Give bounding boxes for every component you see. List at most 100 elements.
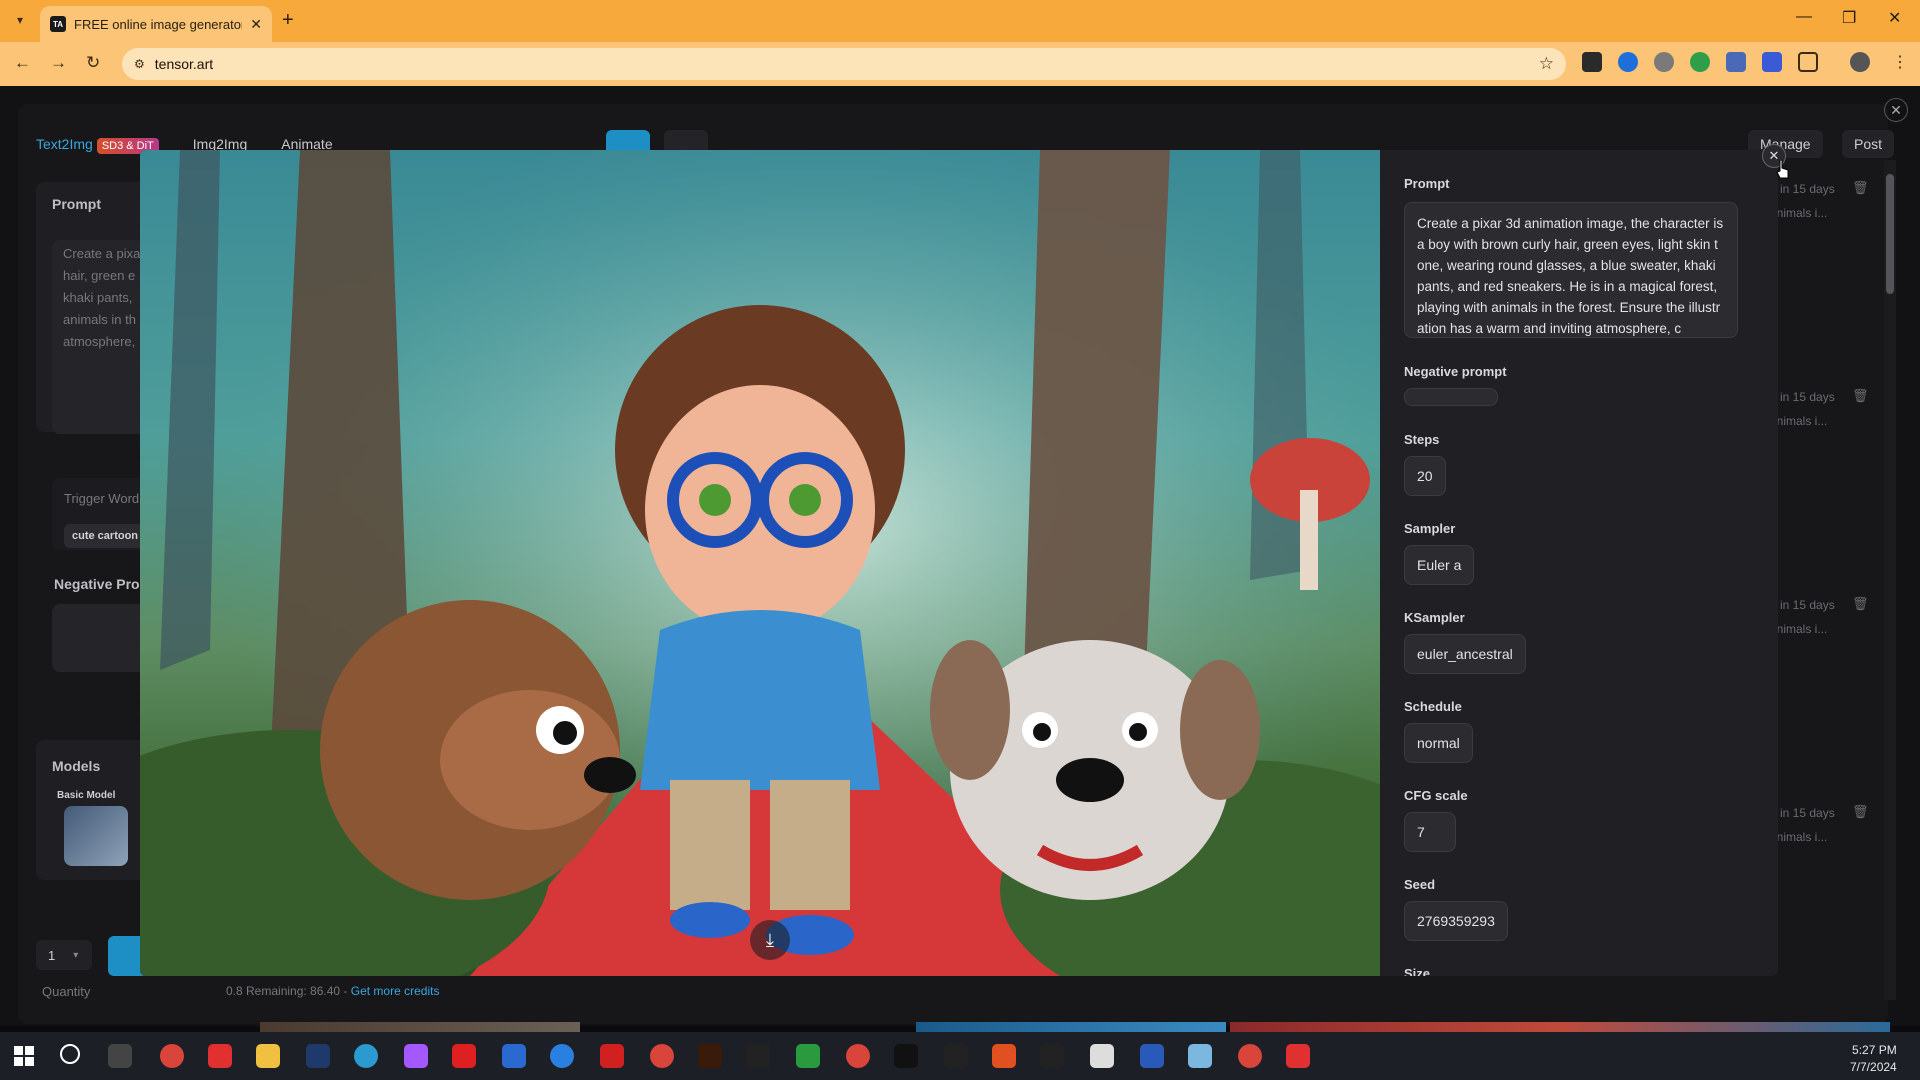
chrome-icon[interactable] (846, 1044, 870, 1068)
extension-icon[interactable] (1618, 52, 1638, 72)
chrome-icon[interactable] (1238, 1044, 1262, 1068)
history-expiry: d in 15 days (1770, 598, 1835, 612)
app-icon[interactable] (1090, 1044, 1114, 1068)
seed-value: 2769359293 (1404, 901, 1508, 941)
capcut-icon[interactable] (746, 1044, 770, 1068)
photoshop-icon[interactable] (306, 1044, 330, 1068)
browser-tab[interactable]: TA FREE online image generator ar ✕ (40, 6, 272, 42)
negative-prompt-label: Negative Prom (54, 576, 153, 592)
site-info-icon[interactable]: ⚙ (134, 57, 145, 71)
back-icon[interactable]: ← (14, 53, 31, 73)
cfg-scale-value: 7 (1404, 812, 1456, 852)
extension-icon[interactable] (1654, 52, 1674, 72)
generated-image: ⤓ (140, 150, 1380, 976)
negative-prompt-value (1404, 388, 1498, 406)
thumbnail-strip (916, 1022, 1226, 1032)
trigger-chip[interactable]: cute cartoon (64, 524, 147, 548)
history-desc[interactable]: animals i... (1770, 414, 1827, 428)
basic-model-label: Basic Model (57, 790, 116, 801)
restore-icon[interactable]: ❐ (1842, 8, 1856, 28)
mouse-pointer-icon (1776, 160, 1789, 179)
tiktok-icon[interactable] (894, 1044, 918, 1068)
chrome-icon[interactable] (650, 1044, 674, 1068)
ksampler-value: euler_ancestral (1404, 634, 1526, 674)
capcut-icon[interactable] (1040, 1044, 1064, 1068)
profile-avatar-icon[interactable] (1850, 52, 1870, 72)
app-icon[interactable] (1286, 1044, 1310, 1068)
close-window-icon[interactable]: ✕ (1888, 8, 1901, 28)
credits-text: 0.8 Remaining: 86.40 - (226, 984, 348, 998)
scroll-thumb[interactable] (1886, 174, 1894, 294)
edge-icon[interactable] (354, 1044, 378, 1068)
history-desc[interactable]: animals i... (1770, 830, 1827, 844)
prompt-preview: Create a pixa hair, green e khaki pants,… (63, 246, 141, 349)
tab-search-icon[interactable]: ▾ (8, 8, 32, 32)
sampler-value: Euler a (1404, 545, 1475, 585)
lock-icon[interactable] (796, 1044, 820, 1068)
generation-parameters-panel: Prompt Create a pixar 3d animation image… (1380, 150, 1778, 976)
tensor-favicon-icon: TA (50, 16, 66, 32)
download-icon[interactable]: ⤓ (750, 920, 790, 960)
quantity-value: 1 (48, 947, 56, 963)
post-button[interactable]: Post (1842, 130, 1895, 158)
steps-label: Steps (1404, 432, 1440, 447)
system-clock[interactable]: 5:27 PM 7/7/2024 (1850, 1042, 1897, 1076)
app-icon[interactable] (502, 1044, 526, 1068)
capcut-icon[interactable] (944, 1044, 968, 1068)
schedule-label: Schedule (1404, 699, 1462, 714)
chrome-icon[interactable] (160, 1044, 184, 1068)
quantity-select[interactable]: 1 ▾ (36, 940, 92, 970)
credits-info: 0.8 Remaining: 86.40 - Get more credits (226, 984, 439, 998)
prompt-label: Prompt (52, 196, 101, 212)
browser-tab-bar: ▾ TA FREE online image generator ar ✕ + … (0, 0, 1920, 42)
word-icon[interactable] (1140, 1044, 1164, 1068)
new-tab-icon[interactable]: + (282, 9, 294, 32)
get-more-credits-link[interactable]: Get more credits (351, 984, 440, 998)
forward-icon[interactable]: → (50, 53, 67, 73)
clock-date: 7/7/2024 (1850, 1060, 1897, 1074)
zalo-icon[interactable] (550, 1044, 574, 1068)
thumbnail-strip (260, 1022, 580, 1032)
history-expiry: d in 15 days (1770, 390, 1835, 404)
brave-icon[interactable] (992, 1044, 1016, 1068)
trash-icon[interactable]: 🗑 (1852, 596, 1869, 612)
history-desc[interactable]: animals i... (1770, 622, 1827, 636)
youtube-icon[interactable] (452, 1044, 476, 1068)
schedule-value: normal (1404, 723, 1473, 763)
seed-label: Seed (1404, 877, 1436, 892)
minimize-icon[interactable]: — (1796, 8, 1812, 26)
generated-image-illustration (140, 150, 1380, 976)
tab-close-icon[interactable]: ✕ (250, 16, 262, 33)
size-label: Size (1404, 966, 1431, 976)
extension-icon[interactable] (1690, 52, 1710, 72)
address-bar[interactable]: ⚙ tensor.art ☆ (122, 48, 1566, 80)
extension-icon[interactable] (1582, 52, 1602, 72)
illustrator-icon[interactable] (698, 1044, 722, 1068)
basic-model-thumbnail[interactable] (64, 806, 128, 866)
app-icon[interactable] (208, 1044, 232, 1068)
sampler-label: Sampler (1404, 521, 1456, 536)
acrobat-icon[interactable] (600, 1044, 624, 1068)
tab-label: Text2Img (36, 136, 93, 152)
reload-icon[interactable]: ↻ (86, 53, 100, 73)
page-scrollbar[interactable] (1884, 160, 1896, 1000)
trash-icon[interactable]: 🗑 (1852, 180, 1869, 196)
prompt-text[interactable]: Create a pixar 3d animation image, the c… (1404, 202, 1738, 338)
trash-icon[interactable]: 🗑 (1852, 388, 1869, 404)
browser-menu-icon[interactable]: ⋮ (1890, 52, 1910, 72)
extensions-puzzle-icon[interactable] (1798, 52, 1818, 72)
bookmark-star-icon[interactable]: ☆ (1539, 54, 1554, 74)
windows-start-icon[interactable] (14, 1046, 34, 1066)
task-view-icon[interactable] (108, 1044, 132, 1068)
extension-icon[interactable] (1726, 52, 1746, 72)
search-icon[interactable] (60, 1044, 80, 1064)
history-desc[interactable]: animals i... (1770, 206, 1827, 220)
tab-title: FREE online image generator ar (74, 16, 243, 32)
trash-icon[interactable]: 🗑 (1852, 804, 1869, 820)
extension-icon[interactable] (1762, 52, 1782, 72)
app-close-icon[interactable]: ✕ (1884, 98, 1908, 122)
file-explorer-icon[interactable] (256, 1044, 280, 1068)
negative-prompt-textarea[interactable] (52, 604, 146, 672)
app-icon[interactable] (1188, 1044, 1212, 1068)
figma-icon[interactable] (404, 1044, 428, 1068)
